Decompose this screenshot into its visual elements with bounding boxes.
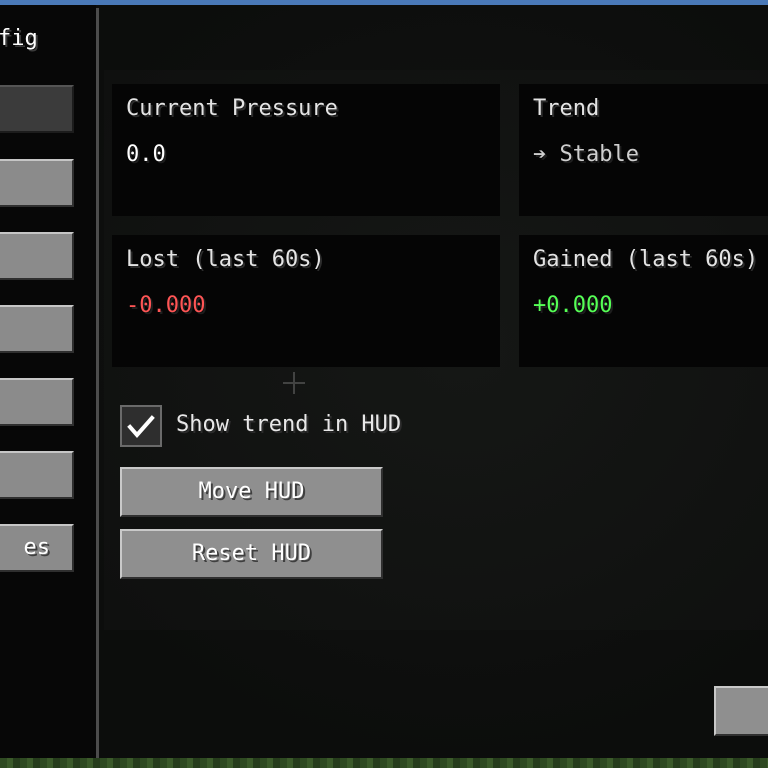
show-trend-checkbox[interactable] bbox=[120, 405, 162, 447]
sidebar-divider bbox=[96, 8, 99, 758]
sidebar-item-5[interactable] bbox=[0, 378, 74, 426]
sidebar-item-3[interactable] bbox=[0, 232, 74, 280]
sidebar-item-4[interactable] bbox=[0, 305, 74, 353]
sidebar-item-1[interactable] bbox=[0, 85, 74, 133]
done-button[interactable] bbox=[714, 686, 768, 736]
sidebar-item-6[interactable] bbox=[0, 451, 74, 499]
trend-card: Trend ➔ Stable bbox=[519, 84, 768, 216]
reset-hud-button[interactable]: Reset HUD bbox=[120, 529, 383, 579]
sidebar-item-7[interactable]: es bbox=[0, 524, 74, 572]
trend-label: Trend bbox=[533, 96, 600, 121]
window-title-strip bbox=[0, 0, 768, 5]
gained-label: Gained (last 60s) bbox=[533, 247, 759, 272]
current-pressure-value: 0.0 bbox=[126, 142, 166, 167]
crosshair-icon bbox=[283, 372, 305, 394]
gained-card: Gained (last 60s) +0.000 bbox=[519, 235, 768, 367]
current-pressure-label: Current Pressure bbox=[126, 96, 338, 121]
current-pressure-card: Current Pressure 0.0 bbox=[112, 84, 500, 216]
sidebar-title: fig bbox=[0, 26, 38, 51]
lost-label: Lost (last 60s) bbox=[126, 247, 325, 272]
lost-value: -0.000 bbox=[126, 293, 206, 318]
config-screen: fig es Current Pressure 0.0 Trend ➔ Stab… bbox=[0, 0, 768, 768]
sidebar-item-2[interactable] bbox=[0, 159, 74, 207]
lost-card: Lost (last 60s) -0.000 bbox=[112, 235, 500, 367]
grass-background bbox=[0, 758, 768, 768]
trend-value: ➔ Stable bbox=[533, 142, 639, 167]
show-trend-label: Show trend in HUD bbox=[176, 412, 402, 437]
checkmark-icon bbox=[127, 415, 155, 439]
move-hud-button[interactable]: Move HUD bbox=[120, 467, 383, 517]
gained-value: +0.000 bbox=[533, 293, 613, 318]
